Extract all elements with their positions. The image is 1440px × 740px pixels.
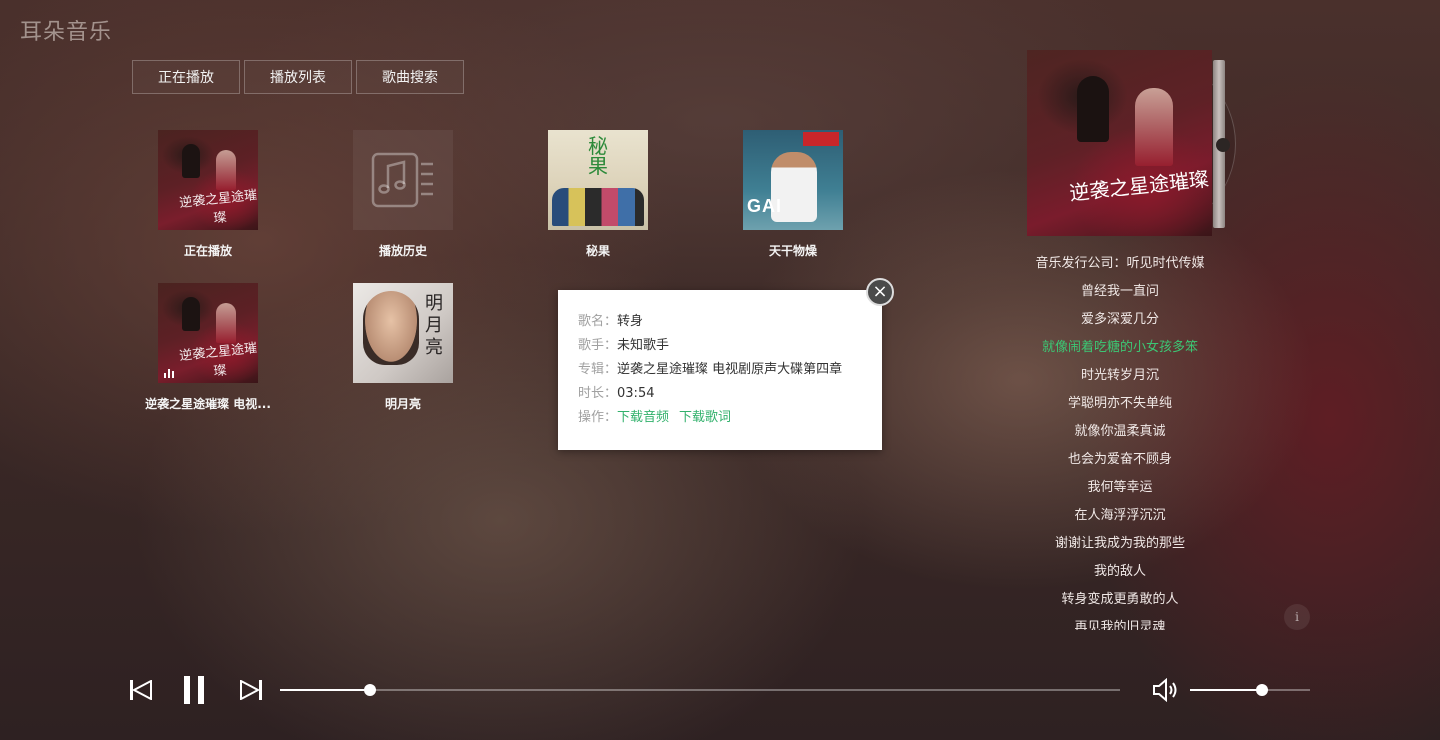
now-playing-bars-icon bbox=[164, 369, 176, 378]
tab-playlist[interactable]: 播放列表 bbox=[244, 60, 352, 94]
lyric-line: 就像你温柔真诚 bbox=[1074, 424, 1166, 439]
song-name-row: 歌名：转身 bbox=[578, 310, 862, 334]
lyric-line: 我何等幸运 bbox=[1087, 480, 1153, 495]
progress-bar[interactable] bbox=[280, 684, 1120, 696]
next-icon bbox=[240, 679, 262, 701]
volume-fill bbox=[1190, 689, 1262, 691]
cover-art-title: 明月亮 bbox=[425, 293, 443, 358]
grid-item-ming-yue-liang[interactable]: 明月亮 明月亮 bbox=[333, 283, 473, 412]
progress-fill bbox=[280, 689, 370, 691]
progress-handle[interactable] bbox=[363, 684, 376, 696]
lyric-line: 学聪明亦不失单纯 bbox=[1067, 396, 1172, 411]
top-tabs: 正在播放 播放列表 歌曲搜索 bbox=[132, 60, 464, 94]
song-info-popup: 歌名：转身 歌手：未知歌手 专辑：逆袭之星途璀璨 电视剧原声大碟第四章 时长：0… bbox=[558, 290, 882, 450]
now-playing-cover: 逆袭之星途璀璨 bbox=[1027, 50, 1212, 236]
artist-value: 未知歌手 bbox=[617, 338, 670, 353]
close-icon[interactable]: × bbox=[866, 278, 894, 306]
previous-track-button[interactable] bbox=[130, 679, 152, 701]
pause-icon bbox=[184, 676, 204, 704]
volume-handle[interactable] bbox=[1256, 684, 1268, 696]
next-track-button[interactable] bbox=[240, 679, 262, 701]
album-cover[interactable] bbox=[353, 130, 453, 230]
song-name-key: 歌名： bbox=[578, 314, 618, 329]
lyric-line: 也会为爱奋不顾身 bbox=[1067, 452, 1172, 467]
album-row: 专辑：逆袭之星途璀璨 电视剧原声大碟第四章 bbox=[578, 358, 862, 382]
album-cover[interactable]: 逆袭之星途璀璨 bbox=[158, 283, 258, 383]
album-value: 逆袭之星途璀璨 电视剧原声大碟第四章 bbox=[617, 362, 843, 377]
grid-item-label: 秘果 bbox=[585, 244, 610, 258]
app-title: 耳朵音乐 bbox=[20, 20, 113, 45]
grid-item-label: 明月亮 bbox=[384, 397, 421, 411]
cover-art-title: 秘果 bbox=[588, 134, 608, 178]
cover-art-title: GAI bbox=[747, 196, 783, 216]
lyric-line: 再见我的旧灵魂 bbox=[1074, 620, 1166, 630]
volume-button[interactable] bbox=[1152, 677, 1180, 703]
music-list-icon bbox=[371, 152, 433, 208]
album-cover[interactable]: GAI bbox=[743, 130, 843, 230]
disc-knob bbox=[1216, 138, 1230, 152]
side-cover-art-title: 逆袭之星途璀璨 bbox=[1068, 166, 1211, 206]
album-key: 专辑： bbox=[578, 362, 618, 377]
lyric-line: 转身变成更勇敢的人 bbox=[1061, 592, 1179, 607]
download-audio-link[interactable]: 下载音频 bbox=[617, 410, 669, 425]
lyric-line: 曾经我一直问 bbox=[1080, 284, 1159, 299]
lyric-line: 爱多深爱几分 bbox=[1080, 312, 1159, 327]
song-name-value: 转身 bbox=[617, 314, 644, 329]
actions-row: 操作：下载音频 下载歌词 bbox=[578, 406, 862, 430]
lyrics-panel: 音乐发行公司：听见时代传媒 曾经我一直问 爱多深爱几分 就像闹着吃糖的小女孩多笨… bbox=[1000, 250, 1240, 630]
lyric-line: 就像闹着吃糖的小女孩多笨 bbox=[1041, 340, 1198, 355]
grid-item-tian-gan-wu-zao[interactable]: GAI 天干物燥 bbox=[723, 130, 863, 259]
grid-item-now-playing[interactable]: 逆袭之星途璀璨 正在播放 bbox=[138, 130, 278, 259]
actions-key: 操作： bbox=[578, 410, 618, 425]
volume-icon bbox=[1153, 677, 1177, 703]
artist-row: 歌手：未知歌手 bbox=[578, 334, 862, 358]
lyric-line: 音乐发行公司：听见时代传媒 bbox=[1035, 256, 1205, 271]
album-cover[interactable]: 逆袭之星途璀璨 bbox=[158, 130, 258, 230]
album-cover[interactable]: 明月亮 bbox=[353, 283, 453, 383]
grid-item-label: 播放历史 bbox=[378, 244, 427, 258]
cover-art-title: 逆袭之星途璀璨 bbox=[178, 341, 258, 380]
tab-song-search[interactable]: 歌曲搜索 bbox=[356, 60, 464, 94]
lyric-line: 谢谢让我成为我的那些 bbox=[1054, 536, 1185, 551]
tab-now-playing[interactable]: 正在播放 bbox=[132, 60, 240, 94]
grid-item-label: 天干物燥 bbox=[768, 244, 817, 258]
grid-item-label: 正在播放 bbox=[183, 244, 232, 258]
grid-item-secret-fruit[interactable]: 秘果 秘果 bbox=[528, 130, 668, 259]
duration-value: 03:54 bbox=[617, 386, 655, 401]
duration-key: 时长： bbox=[578, 386, 618, 401]
grid-item-play-history[interactable]: 播放历史 bbox=[333, 130, 473, 259]
pause-button[interactable] bbox=[182, 676, 206, 704]
artist-key: 歌手： bbox=[578, 338, 618, 353]
grid-item-current-album[interactable]: 逆袭之星途璀璨 逆袭之星途璀璨 电视... bbox=[138, 283, 278, 412]
download-lyrics-link[interactable]: 下载歌词 bbox=[679, 410, 731, 425]
duration-row: 时长：03:54 bbox=[578, 382, 862, 406]
grid-item-label: 逆袭之星途璀璨 电视... bbox=[145, 397, 271, 411]
lyric-line: 时光转岁月沉 bbox=[1080, 368, 1159, 383]
album-cover[interactable]: 秘果 bbox=[548, 130, 648, 230]
lyric-line: 我的敌人 bbox=[1093, 564, 1146, 579]
info-icon[interactable]: i bbox=[1284, 604, 1310, 630]
previous-icon bbox=[130, 679, 152, 701]
player-bar bbox=[0, 660, 1440, 720]
lyric-line: 在人海浮浮沉沉 bbox=[1074, 508, 1166, 523]
cover-art-title: 逆袭之星途璀璨 bbox=[178, 188, 258, 227]
volume-slider[interactable] bbox=[1190, 684, 1310, 696]
